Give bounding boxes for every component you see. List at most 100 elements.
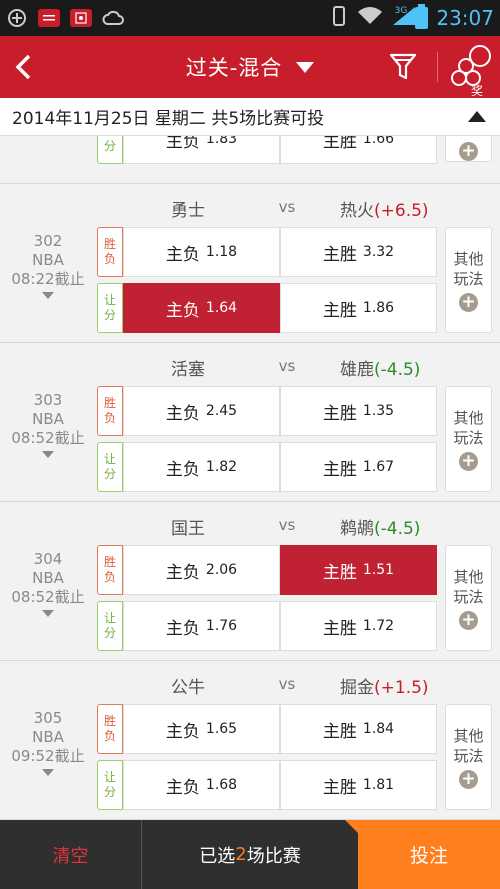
odds-cell-away[interactable]: 主胜 1.66	[280, 136, 437, 164]
corner-notch-icon	[345, 820, 359, 834]
caret-up-icon[interactable]	[468, 111, 486, 122]
match-info[interactable]: 304 NBA 08:52截止	[0, 550, 96, 617]
submit-bet-button[interactable]: 投注	[358, 820, 500, 889]
odds-cell-home[interactable]: 主负 1.83	[123, 136, 280, 164]
handicap-tag: 让 分	[97, 283, 123, 333]
selected-prefix: 已选	[199, 845, 236, 867]
funnel-icon	[389, 53, 417, 80]
handicap-value: (-4.5)	[374, 360, 421, 380]
expand-caret-icon[interactable]	[42, 292, 54, 299]
handicap-tag: 让 分	[97, 601, 123, 651]
odds-cell-away[interactable]: 主胜 1.81	[280, 760, 437, 810]
plus-icon: +	[459, 451, 478, 471]
cell-label: 主胜	[322, 244, 357, 265]
tag-char: 分	[103, 626, 116, 640]
caret-down-icon[interactable]	[296, 61, 315, 73]
handicap-row: 让 分 主负 1.64 主胜 1.86	[97, 283, 438, 333]
odds-cell-away[interactable]: 主胜 3.32	[280, 227, 437, 277]
other-play-button[interactable]: 其他 玩法 +	[445, 545, 492, 651]
plus-icon: +	[459, 610, 478, 630]
tag-char: 分	[103, 467, 116, 481]
other-play-button[interactable]: 其他 玩法 +	[445, 704, 492, 810]
date-bar[interactable]: 2014年11月25日 星期二 共5场比赛可投	[0, 98, 500, 136]
win-lose-tag: 胜 负	[97, 545, 123, 595]
other-play-label: 玩法	[453, 428, 484, 447]
tag-char: 负	[103, 411, 116, 425]
vs-label: vs	[278, 516, 296, 534]
filter-button[interactable]	[373, 36, 433, 98]
match-number: 302	[33, 232, 63, 250]
odds-cell-home[interactable]: 主负 1.64	[123, 283, 280, 333]
win-lose-tag: 胜 负	[97, 386, 123, 436]
vs-label: vs	[278, 198, 296, 216]
match-info[interactable]: 303 NBA 08:52截止	[0, 391, 96, 458]
win-lose-tag: 胜 负	[97, 227, 123, 277]
odds-cell-home[interactable]: 主负 1.68	[123, 760, 280, 810]
cell-odds: 1.86	[362, 300, 395, 316]
match-block: 活塞 vs 雄鹿(-4.5) 303 NBA 08:52截止 胜 负 主负 2.…	[0, 343, 500, 502]
away-team-name: 热火	[340, 201, 374, 221]
other-play-label: 其他	[453, 726, 484, 745]
cell-label: 主负	[165, 136, 200, 152]
odds-cell-away[interactable]: 主胜 1.84	[280, 704, 437, 754]
tag-char: 分	[103, 308, 116, 322]
bottom-bar: 清空 已选 2 场比赛 投注	[0, 820, 500, 889]
match-info[interactable]: 302 NBA 08:22截止	[0, 232, 96, 299]
other-play-button[interactable]: 其他 玩法 +	[445, 227, 492, 333]
odds-cell-home[interactable]: 主负 1.65	[123, 704, 280, 754]
cell-label: 主胜	[322, 136, 357, 152]
cell-label: 主胜	[322, 777, 357, 798]
away-team-name: 雄鹿	[340, 360, 374, 380]
cell-label: 主负	[165, 562, 200, 583]
match-block-partial: 让 分 主负 1.83 主胜 1.66 +	[0, 136, 500, 184]
plus-icon: +	[459, 141, 478, 161]
match-block: 勇士 vs 热火(+6.5) 302 NBA 08:22截止 胜 负 主负 1.…	[0, 184, 500, 343]
odds-cell-home[interactable]: 主负 1.82	[123, 442, 280, 492]
other-play-label: 其他	[453, 408, 484, 427]
cell-odds: 1.83	[205, 136, 238, 147]
cell-label: 主胜	[322, 618, 357, 639]
tag-char: 胜	[103, 237, 116, 251]
back-button[interactable]	[2, 36, 46, 98]
other-play-label: 玩法	[453, 587, 484, 606]
selected-summary[interactable]: 已选 2 场比赛	[142, 820, 359, 889]
cell-odds: 3.32	[362, 244, 395, 260]
cell-label: 主负	[165, 244, 200, 265]
odds-cell-home[interactable]: 主负 1.76	[123, 601, 280, 651]
prize-label: 奖	[470, 84, 483, 98]
clear-button[interactable]: 清空	[0, 820, 142, 889]
cell-odds: 1.72	[362, 618, 395, 634]
match-info[interactable]: 305 NBA 09:52截止	[0, 709, 96, 776]
expand-caret-icon[interactable]	[42, 769, 54, 776]
odds-cell-away[interactable]: 主胜 1.86	[280, 283, 437, 333]
match-list[interactable]: 让 分 主负 1.83 主胜 1.66 + 勇士 vs 热火(+6.5) 302	[0, 136, 500, 820]
league: NBA	[32, 569, 64, 587]
vs-label: vs	[278, 357, 296, 375]
cell-odds: 1.35	[362, 403, 395, 419]
tag-char: 让	[103, 452, 116, 466]
odds-cell-away[interactable]: 主胜 1.35	[280, 386, 437, 436]
home-team: 活塞	[171, 360, 205, 380]
prize-button[interactable]: 奖	[442, 36, 500, 98]
other-play-button[interactable]: 其他 玩法 +	[445, 386, 492, 492]
odds-cell-home[interactable]: 主负 1.18	[123, 227, 280, 277]
win-lose-row: 胜 负 主负 2.06 主胜 1.51	[97, 545, 438, 595]
expand-caret-icon[interactable]	[42, 451, 54, 458]
odds-cell-away[interactable]: 主胜 1.67	[280, 442, 437, 492]
odds-cell-home[interactable]: 主负 2.45	[123, 386, 280, 436]
cell-odds: 1.67	[362, 459, 395, 475]
odds-cell-away[interactable]: 主胜 1.72	[280, 601, 437, 651]
page-title[interactable]: 过关-混合	[186, 52, 283, 82]
other-play-label: 玩法	[453, 269, 484, 288]
win-lose-tag: 胜 负	[97, 704, 123, 754]
match-number: 305	[33, 709, 63, 727]
deadline: 09:52截止	[11, 747, 85, 765]
handicap-value: (-4.5)	[374, 519, 421, 539]
other-play-button[interactable]: +	[445, 136, 492, 162]
battery-icon	[415, 4, 429, 29]
odds-cell-home[interactable]: 主负 2.06	[123, 545, 280, 595]
cell-odds: 1.66	[362, 136, 395, 147]
home-team: 勇士	[171, 201, 205, 221]
odds-cell-away[interactable]: 主胜 1.51	[280, 545, 437, 595]
expand-caret-icon[interactable]	[42, 610, 54, 617]
